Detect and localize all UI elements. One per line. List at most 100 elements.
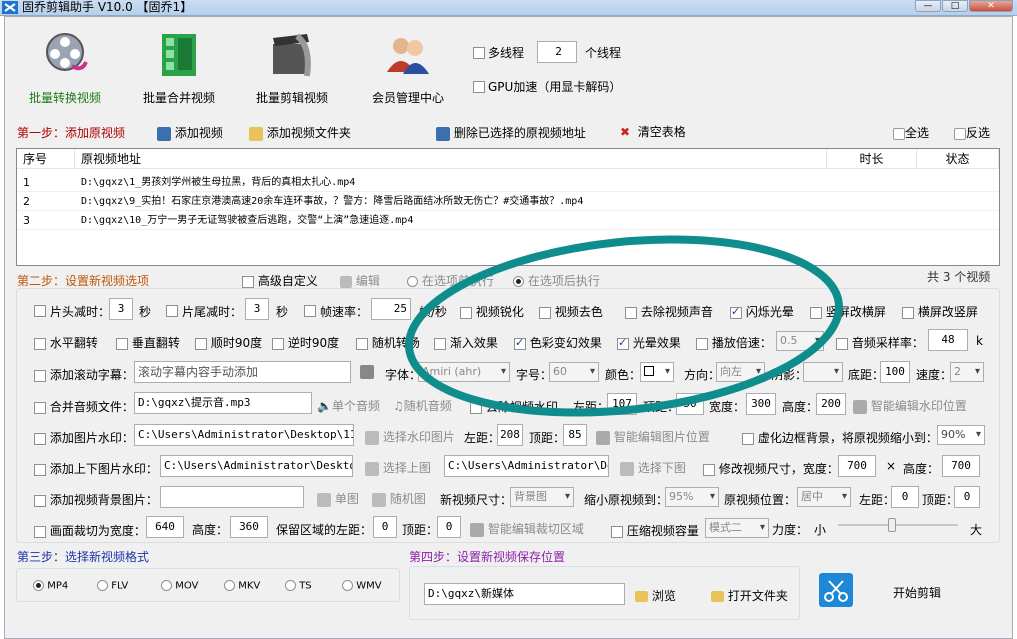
sample-rate-checkbox[interactable]: 音频采样率： — [836, 334, 924, 351]
blur-border-checkbox[interactable]: 虚化边框背景，将原视频缩小到： — [742, 429, 938, 446]
mute-checkbox[interactable]: 去除视频声音 — [625, 303, 713, 320]
tail-cut-input[interactable]: 3 — [245, 298, 269, 320]
v2h-checkbox[interactable]: 竖屏改横屏 — [810, 303, 886, 320]
image-left-input[interactable]: 208 — [497, 424, 523, 446]
crop-left-input[interactable]: 0 — [373, 516, 397, 538]
col-header-path[interactable]: 原视频地址 — [75, 149, 827, 169]
compress-mode-dropdown[interactable]: 模式二 — [705, 518, 769, 538]
edit-button[interactable]: 编辑 — [340, 272, 380, 289]
multithread-checkbox[interactable] — [473, 45, 485, 59]
format-radio-ts[interactable]: TS — [285, 580, 312, 592]
edit-subtitle-icon[interactable] — [360, 364, 374, 379]
cw90-checkbox[interactable]: 顺时90度 — [195, 334, 262, 351]
video-table[interactable]: 序号 原视频地址 时长 状态 1 D:\gqxz\1_男孩刘学州被生母拉黑，背后的… — [16, 148, 1000, 266]
wm-left-input[interactable]: 107 — [607, 393, 637, 415]
after-radio[interactable]: 在选项后执行 — [513, 272, 600, 289]
fps-input[interactable]: 25 — [371, 298, 411, 320]
table-row[interactable]: 3 D:\gqxz\10_万宁一男子无证驾驶被查后逃跑，交警“上演”急速追逐.mp… — [17, 211, 999, 230]
close-button[interactable]: ✕ — [969, 0, 1013, 12]
color-change-checkbox[interactable]: 色彩变幻效果 — [514, 334, 602, 351]
smart-crop-button[interactable]: 智能编辑裁切区域 — [470, 520, 584, 537]
head-cut-checkbox[interactable] — [34, 303, 46, 317]
bg-image-path[interactable] — [160, 486, 304, 508]
image-wm-path[interactable]: C:\Users\Administrator\Desktop\111.j — [134, 424, 354, 446]
sample-rate-input[interactable]: 48 — [928, 329, 968, 351]
format-radio-mkv[interactable]: MKV — [224, 580, 260, 592]
flash-checkbox[interactable]: 闪烁光晕 — [730, 303, 794, 320]
top-image-path[interactable]: C:\Users\Administrator\Desktop\i — [160, 455, 353, 477]
choose-bottom-image-button[interactable]: 选择下图 — [620, 459, 686, 476]
resize-width-input[interactable]: 700 — [838, 455, 876, 477]
wm-top-input[interactable]: 50 — [676, 393, 704, 415]
add-folder-button[interactable]: 添加视频文件夹 — [249, 124, 351, 141]
gpu-checkbox[interactable] — [473, 79, 485, 93]
compress-checkbox[interactable]: 压缩视频容量 — [611, 522, 699, 539]
table-row[interactable]: 2 D:\gqxz\9_实拍！石家庄京港澳高速20余车连环事故，？警方：降雪后路面… — [17, 192, 999, 211]
single-image-button[interactable]: 单图 — [317, 490, 359, 507]
col-header-no[interactable]: 序号 — [17, 149, 75, 169]
crop-height-input[interactable]: 360 — [230, 516, 268, 538]
image-watermark-checkbox[interactable]: 添加图片水印： — [34, 429, 134, 446]
single-audio-button[interactable]: 🔈单个音频 — [317, 397, 380, 414]
select-all-button[interactable]: 全选 — [893, 124, 929, 141]
choose-wm-image-button[interactable]: 选择水印图片 — [365, 428, 455, 445]
position-dropdown[interactable]: 居中 — [797, 487, 851, 507]
save-path-input[interactable]: D:\gqxz\新媒体 — [424, 583, 625, 605]
head-cut-input[interactable]: 3 — [109, 298, 133, 320]
bottom-input[interactable]: 100 — [880, 361, 910, 383]
remove-watermark-checkbox[interactable]: 去除视频水印 — [470, 398, 558, 415]
tool-batch-edit[interactable]: 批量剪辑视频 — [237, 30, 347, 106]
shrink-dropdown[interactable]: 95% — [665, 487, 719, 507]
before-radio[interactable]: 在选项前执行 — [407, 272, 494, 289]
choose-top-image-button[interactable]: 选择上图 — [365, 459, 431, 476]
audio-path-input[interactable]: D:\gqxz\提示音.mp3 — [134, 392, 312, 414]
sharpen-checkbox[interactable]: 视频锐化 — [460, 303, 524, 320]
h2v-checkbox[interactable]: 横屏改竖屏 — [902, 303, 978, 320]
invert-select-button[interactable]: 反选 — [954, 124, 990, 141]
ccw90-checkbox[interactable]: 逆时90度 — [272, 334, 339, 351]
top-bottom-image-checkbox[interactable]: 添加上下图片水印： — [34, 460, 158, 477]
scroll-speed-dropdown[interactable]: 2 — [950, 362, 984, 382]
format-radio-mov[interactable]: MOV — [161, 580, 198, 592]
open-folder-button[interactable]: 打开文件夹 — [711, 587, 788, 604]
subtitle-input[interactable]: 滚动字幕内容手动添加 — [134, 361, 351, 383]
resize-height-input[interactable]: 700 — [942, 455, 980, 477]
maximize-button[interactable]: □ — [942, 0, 968, 12]
format-radio-mp4[interactable]: MP4 — [33, 580, 68, 592]
advanced-checkbox[interactable]: 高级自定义 — [242, 272, 318, 289]
crop-width-input[interactable]: 640 — [146, 516, 184, 538]
shadow-dropdown[interactable] — [803, 362, 843, 382]
thread-count-input[interactable]: 2 — [537, 41, 577, 63]
blur-scale-dropdown[interactable]: 90% — [937, 425, 985, 445]
delete-selected-button[interactable]: 删除已选择的原视频地址 — [436, 124, 586, 141]
font-dropdown[interactable]: Amiri (ahr) — [418, 362, 510, 382]
fps-checkbox[interactable] — [304, 303, 316, 317]
decolor-checkbox[interactable]: 视频去色 — [539, 303, 603, 320]
bg-top-input[interactable]: 0 — [954, 486, 980, 508]
speed-dropdown[interactable]: 0.5 — [776, 331, 824, 351]
add-video-button[interactable]: 添加视频 — [157, 124, 223, 141]
wm-height-input[interactable]: 200 — [816, 393, 846, 415]
tool-member-center[interactable]: 会员管理中心 — [353, 30, 463, 106]
smart-wm-button[interactable]: 智能编辑水印位置 — [853, 397, 967, 414]
col-header-status[interactable]: 状态 — [917, 149, 999, 169]
direction-dropdown[interactable]: 向左 — [716, 362, 765, 382]
format-radio-wmv[interactable]: WMV — [342, 580, 382, 592]
crop-top-input[interactable]: 0 — [437, 516, 461, 538]
bg-left-input[interactable]: 0 — [891, 486, 919, 508]
start-edit-button[interactable]: 开始剪辑 — [893, 584, 941, 601]
col-header-duration[interactable]: 时长 — [827, 149, 917, 169]
fadein-checkbox[interactable]: 渐入效果 — [434, 334, 498, 351]
tail-cut-checkbox[interactable] — [166, 303, 178, 317]
speed-checkbox[interactable]: 播放倍速： — [696, 334, 772, 351]
random-image-button[interactable]: 随机图 — [372, 490, 426, 507]
vflip-checkbox[interactable]: 垂直翻转 — [116, 334, 180, 351]
strength-slider[interactable] — [838, 518, 958, 532]
random-audio-button[interactable]: ♫随机音频 — [393, 397, 452, 414]
clear-table-button[interactable]: ✖ 清空表格 — [620, 123, 686, 140]
bottom-image-path[interactable]: C:\Users\Administrator\Desk — [444, 455, 609, 477]
browse-button[interactable]: 浏览 — [635, 587, 676, 604]
bg-image-checkbox[interactable]: 添加视频背景图片： — [34, 491, 158, 508]
crop-checkbox[interactable]: 画面裁切为宽度： — [34, 522, 146, 539]
image-top-input[interactable]: 85 — [563, 424, 587, 446]
